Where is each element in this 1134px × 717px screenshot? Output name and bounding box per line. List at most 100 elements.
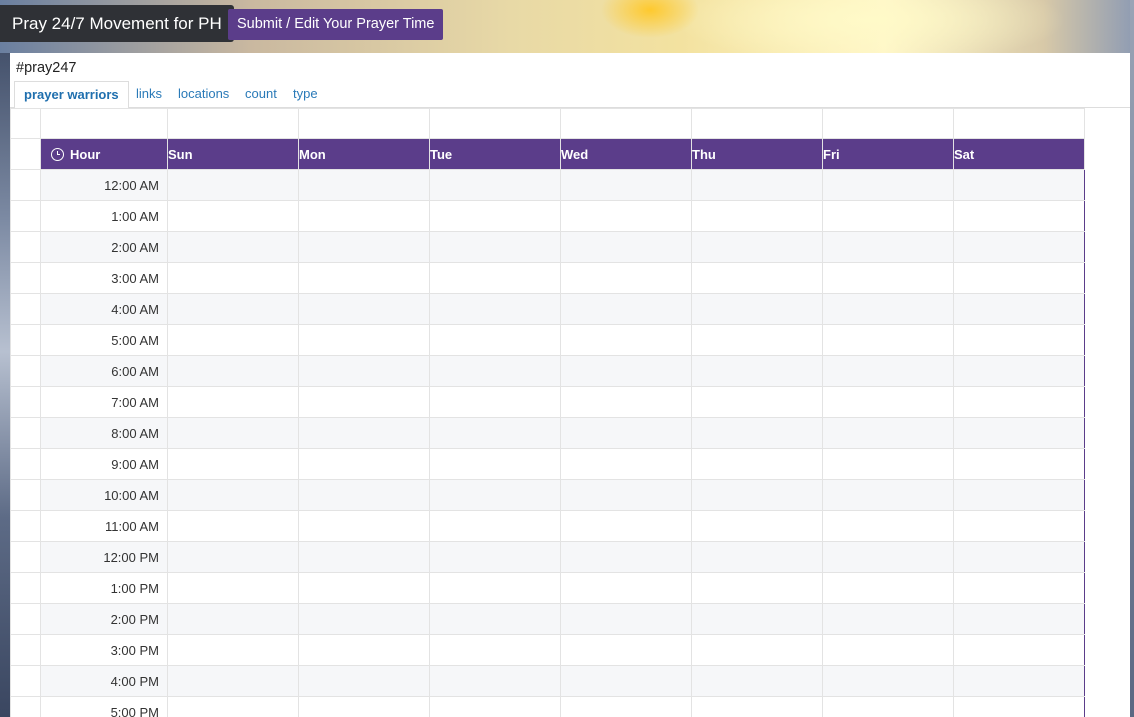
schedule-cell[interactable]: [691, 417, 823, 449]
schedule-cell[interactable]: [560, 634, 692, 666]
schedule-cell[interactable]: [822, 293, 954, 325]
schedule-cell[interactable]: [298, 479, 430, 511]
schedule-cell[interactable]: [429, 324, 561, 356]
schedule-cell[interactable]: [691, 665, 823, 697]
schedule-cell[interactable]: [822, 510, 954, 542]
schedule-cell[interactable]: [560, 665, 692, 697]
schedule-cell[interactable]: [560, 355, 692, 387]
schedule-cell[interactable]: [953, 262, 1085, 294]
schedule-cell[interactable]: [429, 572, 561, 604]
schedule-cell[interactable]: [560, 603, 692, 635]
tab-prayer-warriors[interactable]: prayer warriors: [14, 81, 129, 109]
schedule-cell[interactable]: [298, 262, 430, 294]
schedule-cell[interactable]: [691, 572, 823, 604]
schedule-cell[interactable]: [429, 541, 561, 573]
schedule-cell[interactable]: [691, 200, 823, 232]
schedule-cell[interactable]: [822, 696, 954, 717]
schedule-cell[interactable]: [429, 448, 561, 480]
schedule-cell[interactable]: [429, 479, 561, 511]
schedule-cell[interactable]: [298, 200, 430, 232]
schedule-cell[interactable]: [429, 200, 561, 232]
schedule-cell[interactable]: [429, 417, 561, 449]
schedule-cell[interactable]: [691, 541, 823, 573]
schedule-cell[interactable]: [429, 696, 561, 717]
schedule-cell[interactable]: [298, 696, 430, 717]
schedule-cell[interactable]: [691, 169, 823, 201]
schedule-cell[interactable]: [560, 386, 692, 418]
schedule-cell[interactable]: [298, 324, 430, 356]
schedule-cell[interactable]: [298, 448, 430, 480]
schedule-cell[interactable]: [953, 572, 1085, 604]
schedule-cell[interactable]: [953, 696, 1085, 717]
schedule-cell[interactable]: [298, 510, 430, 542]
schedule-cell[interactable]: [167, 355, 299, 387]
schedule-cell[interactable]: [822, 572, 954, 604]
submit-prayer-time-button[interactable]: Submit / Edit Your Prayer Time: [228, 9, 444, 40]
schedule-cell[interactable]: [560, 448, 692, 480]
schedule-cell[interactable]: [167, 262, 299, 294]
tab-count[interactable]: count: [245, 81, 277, 107]
schedule-cell[interactable]: [953, 169, 1085, 201]
schedule-cell[interactable]: [953, 355, 1085, 387]
schedule-cell[interactable]: [429, 386, 561, 418]
schedule-cell[interactable]: [167, 634, 299, 666]
schedule-cell[interactable]: [429, 665, 561, 697]
schedule-cell[interactable]: [822, 665, 954, 697]
brand-title[interactable]: Pray 24/7 Movement for PH: [0, 5, 234, 42]
schedule-cell[interactable]: [560, 262, 692, 294]
schedule-cell[interactable]: [822, 448, 954, 480]
schedule-cell[interactable]: [560, 572, 692, 604]
schedule-cell[interactable]: [560, 169, 692, 201]
column-header-sun[interactable]: Sun: [167, 138, 299, 170]
schedule-cell[interactable]: [822, 355, 954, 387]
schedule-cell[interactable]: [822, 386, 954, 418]
column-header-wed[interactable]: Wed: [560, 138, 692, 170]
schedule-cell[interactable]: [429, 262, 561, 294]
schedule-cell[interactable]: [953, 417, 1085, 449]
schedule-cell[interactable]: [953, 634, 1085, 666]
schedule-cell[interactable]: [691, 355, 823, 387]
schedule-cell[interactable]: [691, 603, 823, 635]
schedule-cell[interactable]: [167, 386, 299, 418]
schedule-cell[interactable]: [429, 634, 561, 666]
schedule-cell[interactable]: [167, 324, 299, 356]
schedule-cell[interactable]: [953, 324, 1085, 356]
schedule-cell[interactable]: [298, 541, 430, 573]
schedule-cell[interactable]: [167, 231, 299, 263]
schedule-cell[interactable]: [167, 696, 299, 717]
column-header-mon[interactable]: Mon: [298, 138, 430, 170]
tab-links[interactable]: links: [136, 81, 162, 107]
schedule-cell[interactable]: [560, 417, 692, 449]
schedule-cell[interactable]: [822, 417, 954, 449]
schedule-cell[interactable]: [953, 200, 1085, 232]
schedule-cell[interactable]: [691, 231, 823, 263]
schedule-cell[interactable]: [167, 541, 299, 573]
schedule-cell[interactable]: [822, 603, 954, 635]
schedule-cell[interactable]: [298, 603, 430, 635]
schedule-cell[interactable]: [953, 603, 1085, 635]
schedule-cell[interactable]: [560, 541, 692, 573]
schedule-cell[interactable]: [953, 231, 1085, 263]
schedule-cell[interactable]: [560, 231, 692, 263]
schedule-cell[interactable]: [298, 169, 430, 201]
schedule-cell[interactable]: [298, 386, 430, 418]
schedule-cell[interactable]: [953, 386, 1085, 418]
schedule-cell[interactable]: [691, 386, 823, 418]
schedule-cell[interactable]: [691, 262, 823, 294]
schedule-cell[interactable]: [691, 510, 823, 542]
schedule-cell[interactable]: [691, 324, 823, 356]
schedule-cell[interactable]: [560, 200, 692, 232]
schedule-cell[interactable]: [429, 603, 561, 635]
column-header-tue[interactable]: Tue: [429, 138, 561, 170]
schedule-cell[interactable]: [691, 293, 823, 325]
schedule-cell[interactable]: [429, 169, 561, 201]
schedule-cell[interactable]: [953, 510, 1085, 542]
schedule-cell[interactable]: [560, 293, 692, 325]
schedule-cell[interactable]: [691, 479, 823, 511]
schedule-cell[interactable]: [822, 200, 954, 232]
schedule-cell[interactable]: [167, 510, 299, 542]
schedule-cell[interactable]: [298, 231, 430, 263]
schedule-cell[interactable]: [167, 293, 299, 325]
schedule-cell[interactable]: [167, 665, 299, 697]
schedule-cell[interactable]: [167, 200, 299, 232]
